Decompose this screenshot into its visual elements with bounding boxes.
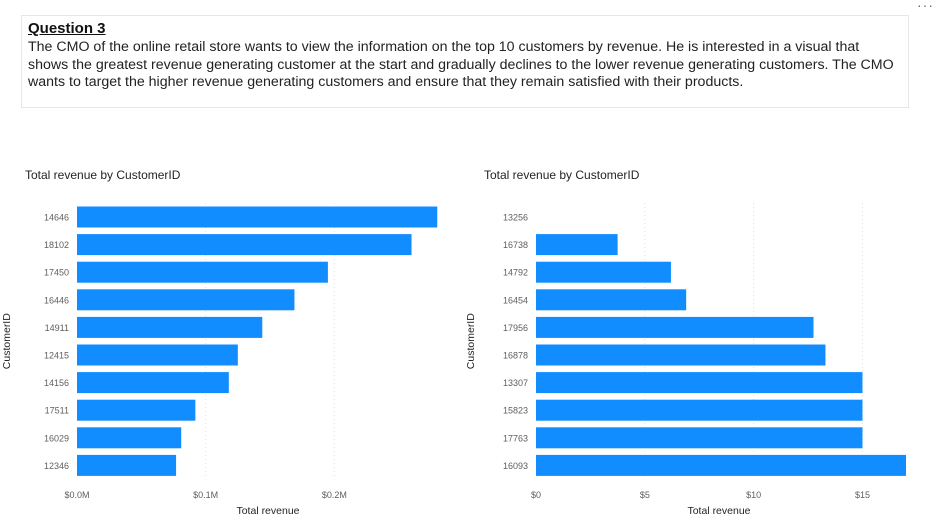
category-label: 18102 bbox=[44, 240, 69, 250]
category-label: 16029 bbox=[44, 433, 69, 443]
bar-17511[interactable] bbox=[77, 399, 196, 421]
bar-12346[interactable] bbox=[77, 454, 177, 476]
bar-16738[interactable] bbox=[536, 234, 618, 256]
bar-13307[interactable] bbox=[536, 372, 863, 394]
bar-12415[interactable] bbox=[77, 344, 238, 366]
x-tick-label: $0.1M bbox=[193, 490, 218, 500]
category-label: 14646 bbox=[44, 213, 69, 223]
category-label: 16454 bbox=[503, 295, 528, 305]
category-label: 13307 bbox=[503, 378, 528, 388]
category-label: 16878 bbox=[503, 351, 528, 361]
x-tick-label: $0 bbox=[531, 490, 541, 500]
revenue-chart-left[interactable]: Total revenue by CustomerID 14646 18102 17… bbox=[1, 168, 465, 518]
question-title: Question 3 bbox=[28, 20, 106, 37]
revenue-chart-right[interactable]: Total revenue by CustomerID 13256 16738 14… bbox=[465, 168, 924, 518]
category-label: 16093 bbox=[503, 461, 528, 471]
category-label: 15823 bbox=[503, 406, 528, 416]
category-label: 14792 bbox=[503, 268, 528, 278]
category-label: 16446 bbox=[44, 295, 69, 305]
category-label: 13256 bbox=[503, 213, 528, 223]
more-options-icon[interactable]: ··· bbox=[917, 0, 934, 13]
x-tick-label: $10 bbox=[746, 490, 761, 500]
bar-18102[interactable] bbox=[77, 234, 412, 256]
bar-15823[interactable] bbox=[536, 399, 863, 421]
x-axis-label: Total revenue bbox=[687, 505, 750, 517]
chart-plot-left: 14646 18102 17450 16446 14911 12415 14156 17511… bbox=[1, 203, 438, 517]
x-tick-label: $0.0M bbox=[64, 490, 89, 500]
category-label: 17450 bbox=[44, 268, 69, 278]
question-textbox: Question 3 The CMO of the online retail … bbox=[21, 15, 909, 108]
bar-14911[interactable] bbox=[77, 316, 263, 338]
bar-16093[interactable] bbox=[536, 454, 906, 476]
category-label: 17511 bbox=[45, 406, 69, 416]
category-label: 16738 bbox=[503, 240, 528, 250]
bar-16878[interactable] bbox=[536, 344, 826, 366]
y-axis-label: CustomerID bbox=[1, 313, 13, 369]
x-tick-label: $5 bbox=[640, 490, 650, 500]
bar-16029[interactable] bbox=[77, 427, 182, 449]
x-axis-label: Total revenue bbox=[236, 505, 299, 517]
bar-14792[interactable] bbox=[536, 261, 671, 283]
category-label: 17956 bbox=[503, 323, 528, 333]
bar-17450[interactable] bbox=[77, 261, 328, 283]
question-body: The CMO of the online retail store wants… bbox=[28, 39, 894, 90]
bar-17763[interactable] bbox=[536, 427, 863, 449]
bar-14646[interactable] bbox=[77, 206, 438, 228]
category-label: 14156 bbox=[44, 378, 69, 388]
category-label: 12415 bbox=[44, 351, 69, 361]
x-tick-label: $0.2M bbox=[322, 490, 347, 500]
bar-14156[interactable] bbox=[77, 372, 229, 394]
category-label: 17763 bbox=[503, 433, 528, 443]
bar-17956[interactable] bbox=[536, 316, 814, 338]
bar-16454[interactable] bbox=[536, 289, 687, 311]
x-tick-label: $15 bbox=[855, 490, 870, 500]
bar-16446[interactable] bbox=[77, 289, 295, 311]
category-label: 14911 bbox=[45, 323, 69, 333]
category-label: 12346 bbox=[44, 461, 69, 471]
chart-plot-right: 13256 16738 14792 16454 17956 16878 13307 15823… bbox=[465, 203, 906, 517]
y-axis-label: CustomerID bbox=[465, 313, 477, 369]
